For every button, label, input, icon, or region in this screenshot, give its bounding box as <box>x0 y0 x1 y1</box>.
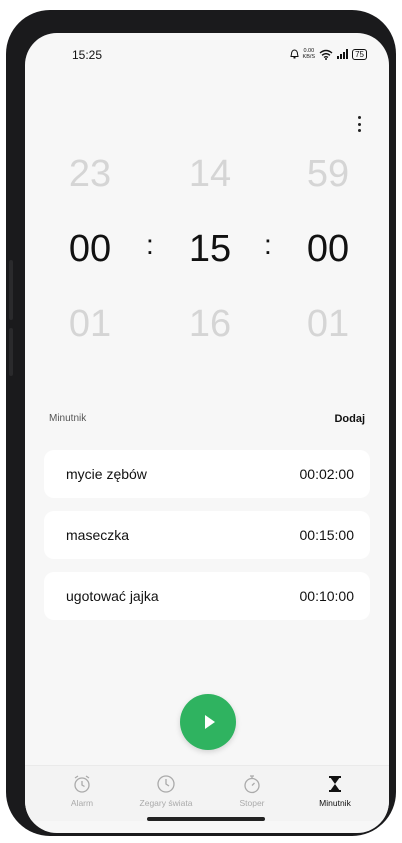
hourglass-icon <box>329 776 341 792</box>
network-speed-unit: KB/S <box>302 54 316 60</box>
add-preset-button[interactable]: Dodaj <box>334 413 365 425</box>
preset-name: ugotować jajka <box>66 588 159 604</box>
seconds-next[interactable]: 01 <box>288 303 368 346</box>
clock-icon <box>157 775 175 793</box>
time-picker[interactable]: 23 14 59 00 : 15 : 00 01 16 01 <box>25 148 389 358</box>
tab-stopwatch[interactable]: Stoper <box>212 774 292 808</box>
power-button <box>9 328 13 376</box>
network-speed: 0.00 KB/S <box>303 48 316 60</box>
hours-prev[interactable]: 23 <box>50 153 130 196</box>
presets-label: Minutnik <box>49 413 87 424</box>
preset-duration: 00:02:00 <box>299 466 355 482</box>
preset-item[interactable]: maseczka 00:15:00 <box>44 511 370 559</box>
tab-label: Stoper <box>239 798 265 808</box>
volume-button <box>9 260 13 320</box>
status-icons: 0.00 KB/S 75 <box>289 48 367 60</box>
preset-name: maseczka <box>66 527 130 543</box>
signal-icon <box>337 49 349 59</box>
phone-frame: 15:25 0.00 KB/S 75 23 14 59 00: 15: 00… <box>6 10 396 836</box>
minutes-selected[interactable]: 15 <box>170 228 250 271</box>
play-icon <box>204 715 215 729</box>
home-indicator[interactable] <box>147 817 265 821</box>
preset-item[interactable]: mycie zębów 00:02:00 <box>44 450 370 498</box>
minutes-prev[interactable]: 14 <box>170 153 250 196</box>
hours-next[interactable]: 01 <box>50 303 130 346</box>
tab-timer[interactable]: Minutnik <box>295 774 375 808</box>
status-bar: 15:25 0.00 KB/S 75 <box>25 48 389 66</box>
preset-duration: 00:15:00 <box>299 527 355 543</box>
seconds-prev[interactable]: 59 <box>288 153 368 196</box>
battery-icon: 75 <box>352 48 367 60</box>
tab-alarm[interactable]: Alarm <box>42 774 122 808</box>
start-timer-button[interactable] <box>180 694 236 750</box>
tab-label: Zegary świata <box>139 798 193 808</box>
stopwatch-icon <box>244 775 260 794</box>
tab-label: Alarm <box>70 798 94 808</box>
wifi-icon <box>319 49 333 60</box>
preset-name: mycie zębów <box>66 466 147 482</box>
status-time: 15:25 <box>72 48 103 62</box>
preset-duration: 00:10:00 <box>299 588 355 604</box>
bottom-tab-bar: Alarm Zegary świata Stoper Minutnik <box>25 765 389 821</box>
minutes-next[interactable]: 16 <box>170 303 250 346</box>
alarm-clock-icon <box>74 775 90 793</box>
tab-world-clock[interactable]: Zegary świata <box>126 774 206 808</box>
screen: 15:25 0.00 KB/S 75 23 14 59 00: 15: 00… <box>25 33 389 833</box>
hours-selected[interactable]: 00 <box>50 228 130 271</box>
presets-header: Minutnik Dodaj <box>49 413 365 429</box>
more-options-icon[interactable] <box>354 116 364 132</box>
alarm-status-icon <box>289 49 299 59</box>
seconds-selected[interactable]: 00 <box>288 228 368 271</box>
time-separator: : <box>146 229 154 260</box>
tab-label: Minutnik <box>319 798 351 808</box>
time-separator: : <box>264 229 272 260</box>
preset-item[interactable]: ugotować jajka 00:10:00 <box>44 572 370 620</box>
